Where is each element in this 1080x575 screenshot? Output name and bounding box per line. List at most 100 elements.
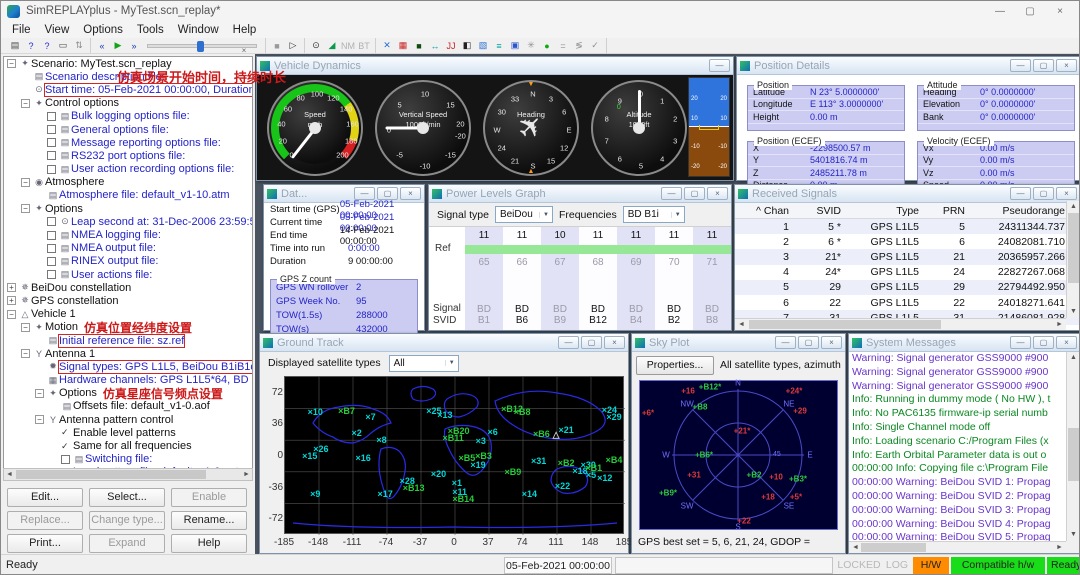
- checkbox[interactable]: [47, 270, 56, 279]
- tree-item[interactable]: ▤Atmosphere file: default_v1-10.atm: [4, 189, 252, 202]
- checkbox[interactable]: [47, 125, 56, 134]
- minimize-button[interactable]: —: [775, 336, 796, 349]
- nmea-icon[interactable]: NM: [340, 39, 356, 53]
- script-icon[interactable]: ≡: [491, 39, 507, 53]
- tree-item[interactable]: ▤Message reporting options file:: [4, 136, 252, 149]
- menu-help[interactable]: Help: [226, 23, 264, 37]
- table-row[interactable]: 622GPS L1L52224018271.641: [735, 295, 1080, 310]
- tree-item[interactable]: ▤User actions file:: [4, 268, 252, 281]
- frequencies-select[interactable]: BD B1i ▼: [623, 206, 685, 223]
- close-button[interactable]: ×: [604, 336, 625, 349]
- step-icon[interactable]: ▷: [285, 39, 301, 53]
- bt-icon[interactable]: BT: [356, 39, 372, 53]
- tree-item[interactable]: ▤NMEA output file:: [4, 242, 252, 255]
- tree-item[interactable]: ▤User action recording options file:: [4, 163, 252, 176]
- tree-item[interactable]: −✦Control options: [4, 97, 252, 110]
- print-icon[interactable]: ▤: [7, 39, 23, 53]
- maximize-button[interactable]: ▢: [581, 336, 602, 349]
- vertical-scrollbar[interactable]: ▲ ▼: [1066, 201, 1080, 318]
- collapse-icon[interactable]: −: [7, 59, 16, 68]
- minimize-button[interactable]: —: [1010, 187, 1031, 200]
- table-row[interactable]: 26 *GPS L1L5624082081.710: [735, 234, 1080, 249]
- menu-window[interactable]: Window: [171, 23, 226, 37]
- scroll-right-icon[interactable]: ►: [241, 470, 252, 480]
- checkbox[interactable]: [47, 217, 56, 226]
- map-icon[interactable]: ▧: [475, 39, 491, 53]
- minimize-button[interactable]: —: [709, 59, 730, 72]
- lightning-icon[interactable]: ≶: [571, 39, 587, 53]
- tree-item[interactable]: ▤Scenario description file:: [4, 70, 252, 83]
- pin-icon[interactable]: ●: [539, 39, 555, 53]
- close-button[interactable]: ×: [1056, 59, 1077, 72]
- satellite-types-select[interactable]: All ▼: [389, 355, 459, 372]
- checkbox[interactable]: [47, 151, 56, 160]
- collapse-icon[interactable]: −: [35, 389, 44, 398]
- help-icon[interactable]: ?: [23, 39, 39, 53]
- tree-item[interactable]: ▤Offsets file: default_v1-0.aof: [4, 400, 252, 413]
- maximize-button[interactable]: ▢: [798, 336, 819, 349]
- close-button[interactable]: ×: [707, 187, 728, 200]
- run-icon[interactable]: ▶: [110, 39, 126, 53]
- message-window-icon[interactable]: ▭: [55, 39, 71, 53]
- signal-type-select[interactable]: BeiDou ▼: [495, 206, 553, 223]
- scrollbar-thumb[interactable]: [861, 543, 926, 552]
- collapse-icon[interactable]: −: [21, 349, 30, 358]
- horizontal-scrollbar[interactable]: ◄ ►: [849, 541, 1066, 553]
- menu-options[interactable]: Options: [76, 23, 130, 37]
- scroll-left-icon[interactable]: ◄: [4, 470, 15, 480]
- tree-item[interactable]: ▤Bulk logging options file:: [4, 110, 252, 123]
- menu-view[interactable]: View: [38, 23, 77, 37]
- tree-item[interactable]: ▤NMEA logging file:: [4, 228, 252, 241]
- deselect-icon[interactable]: ✕: [379, 39, 395, 53]
- tree-item[interactable]: −✦Scenario: MyTest.scn_replay: [4, 57, 252, 70]
- collapse-icon[interactable]: −: [21, 99, 30, 108]
- tree-item[interactable]: −YAntenna 1: [4, 347, 252, 360]
- collapse-icon[interactable]: −: [7, 310, 16, 319]
- table-row[interactable]: 321*GPS L1L52120365957.266: [735, 249, 1080, 264]
- power-ramp-icon[interactable]: ◢: [324, 39, 340, 53]
- vehicle-dynamics-titlebar[interactable]: Vehicle Dynamics —: [257, 57, 733, 75]
- sync-icon[interactable]: ⇅: [71, 39, 87, 53]
- context-help-icon[interactable]: ?: [39, 39, 55, 53]
- maximize-button[interactable]: ▢: [1033, 336, 1054, 349]
- collapse-icon[interactable]: −: [21, 204, 30, 213]
- frames-icon[interactable]: ▣: [507, 39, 523, 53]
- checkbox[interactable]: [47, 138, 56, 147]
- received-signals-titlebar[interactable]: Received Signals — ▢ ×: [735, 185, 1080, 203]
- help-button[interactable]: Help: [171, 534, 247, 553]
- power-levels-titlebar[interactable]: Power Levels Graph — ▢ ×: [429, 185, 731, 203]
- tree-item[interactable]: ✓Same for all frequencies: [4, 439, 252, 452]
- column-header-svid[interactable]: SVID: [797, 205, 849, 217]
- tree-item[interactable]: ✹Signal types: GPS L1L5, BeiDou B1iB1c: [4, 360, 252, 373]
- scrollbar-thumb[interactable]: [1068, 213, 1079, 283]
- signal-levels-icon[interactable]: ↔: [427, 39, 443, 53]
- checkbox[interactable]: [47, 231, 56, 240]
- collapse-icon[interactable]: −: [21, 323, 30, 332]
- tree-item[interactable]: −YAntenna pattern control: [4, 413, 252, 426]
- table-row[interactable]: 424*GPS L1L52422827267.068: [735, 265, 1080, 280]
- column-header-prn[interactable]: PRN: [927, 205, 973, 217]
- interference-icon[interactable]: JJ: [443, 39, 459, 53]
- ground-track-titlebar[interactable]: Ground Track — ▢ ×: [260, 334, 628, 352]
- tree-horizontal-scrollbar[interactable]: ◄ ►: [3, 468, 253, 481]
- cells-icon[interactable]: ▦: [395, 39, 411, 53]
- table-header[interactable]: ^ ChanSVIDTypePRNPseudorange: [735, 203, 1080, 219]
- checkbox[interactable]: [47, 257, 56, 266]
- checkbox[interactable]: [47, 165, 56, 174]
- contrast-icon[interactable]: ◧: [459, 39, 475, 53]
- clock-icon[interactable]: ⊙: [308, 39, 324, 53]
- snowflake-icon[interactable]: ✳: [523, 39, 539, 53]
- select-button[interactable]: Select...: [89, 488, 165, 507]
- tree-item[interactable]: +✵BeiDou constellation: [4, 281, 252, 294]
- tree-item[interactable]: −✦Motion仿真位置经纬度设置: [4, 321, 252, 334]
- close-button[interactable]: ×: [821, 336, 842, 349]
- minimize-button[interactable]: —: [985, 3, 1015, 19]
- table-row[interactable]: 15 *GPS L1L5524311344.737: [735, 219, 1080, 234]
- scroll-right-icon[interactable]: ►: [1054, 543, 1065, 553]
- maximize-button[interactable]: ▢: [1015, 3, 1045, 19]
- expand-icon[interactable]: +: [7, 296, 16, 305]
- tree-item[interactable]: ⊙Leap second at: 31-Dec-2006 23:59:59: [4, 215, 252, 228]
- scroll-down-icon[interactable]: ▼: [1068, 307, 1079, 317]
- equals-icon[interactable]: =: [555, 39, 571, 53]
- tree-item[interactable]: ▤General options file:: [4, 123, 252, 136]
